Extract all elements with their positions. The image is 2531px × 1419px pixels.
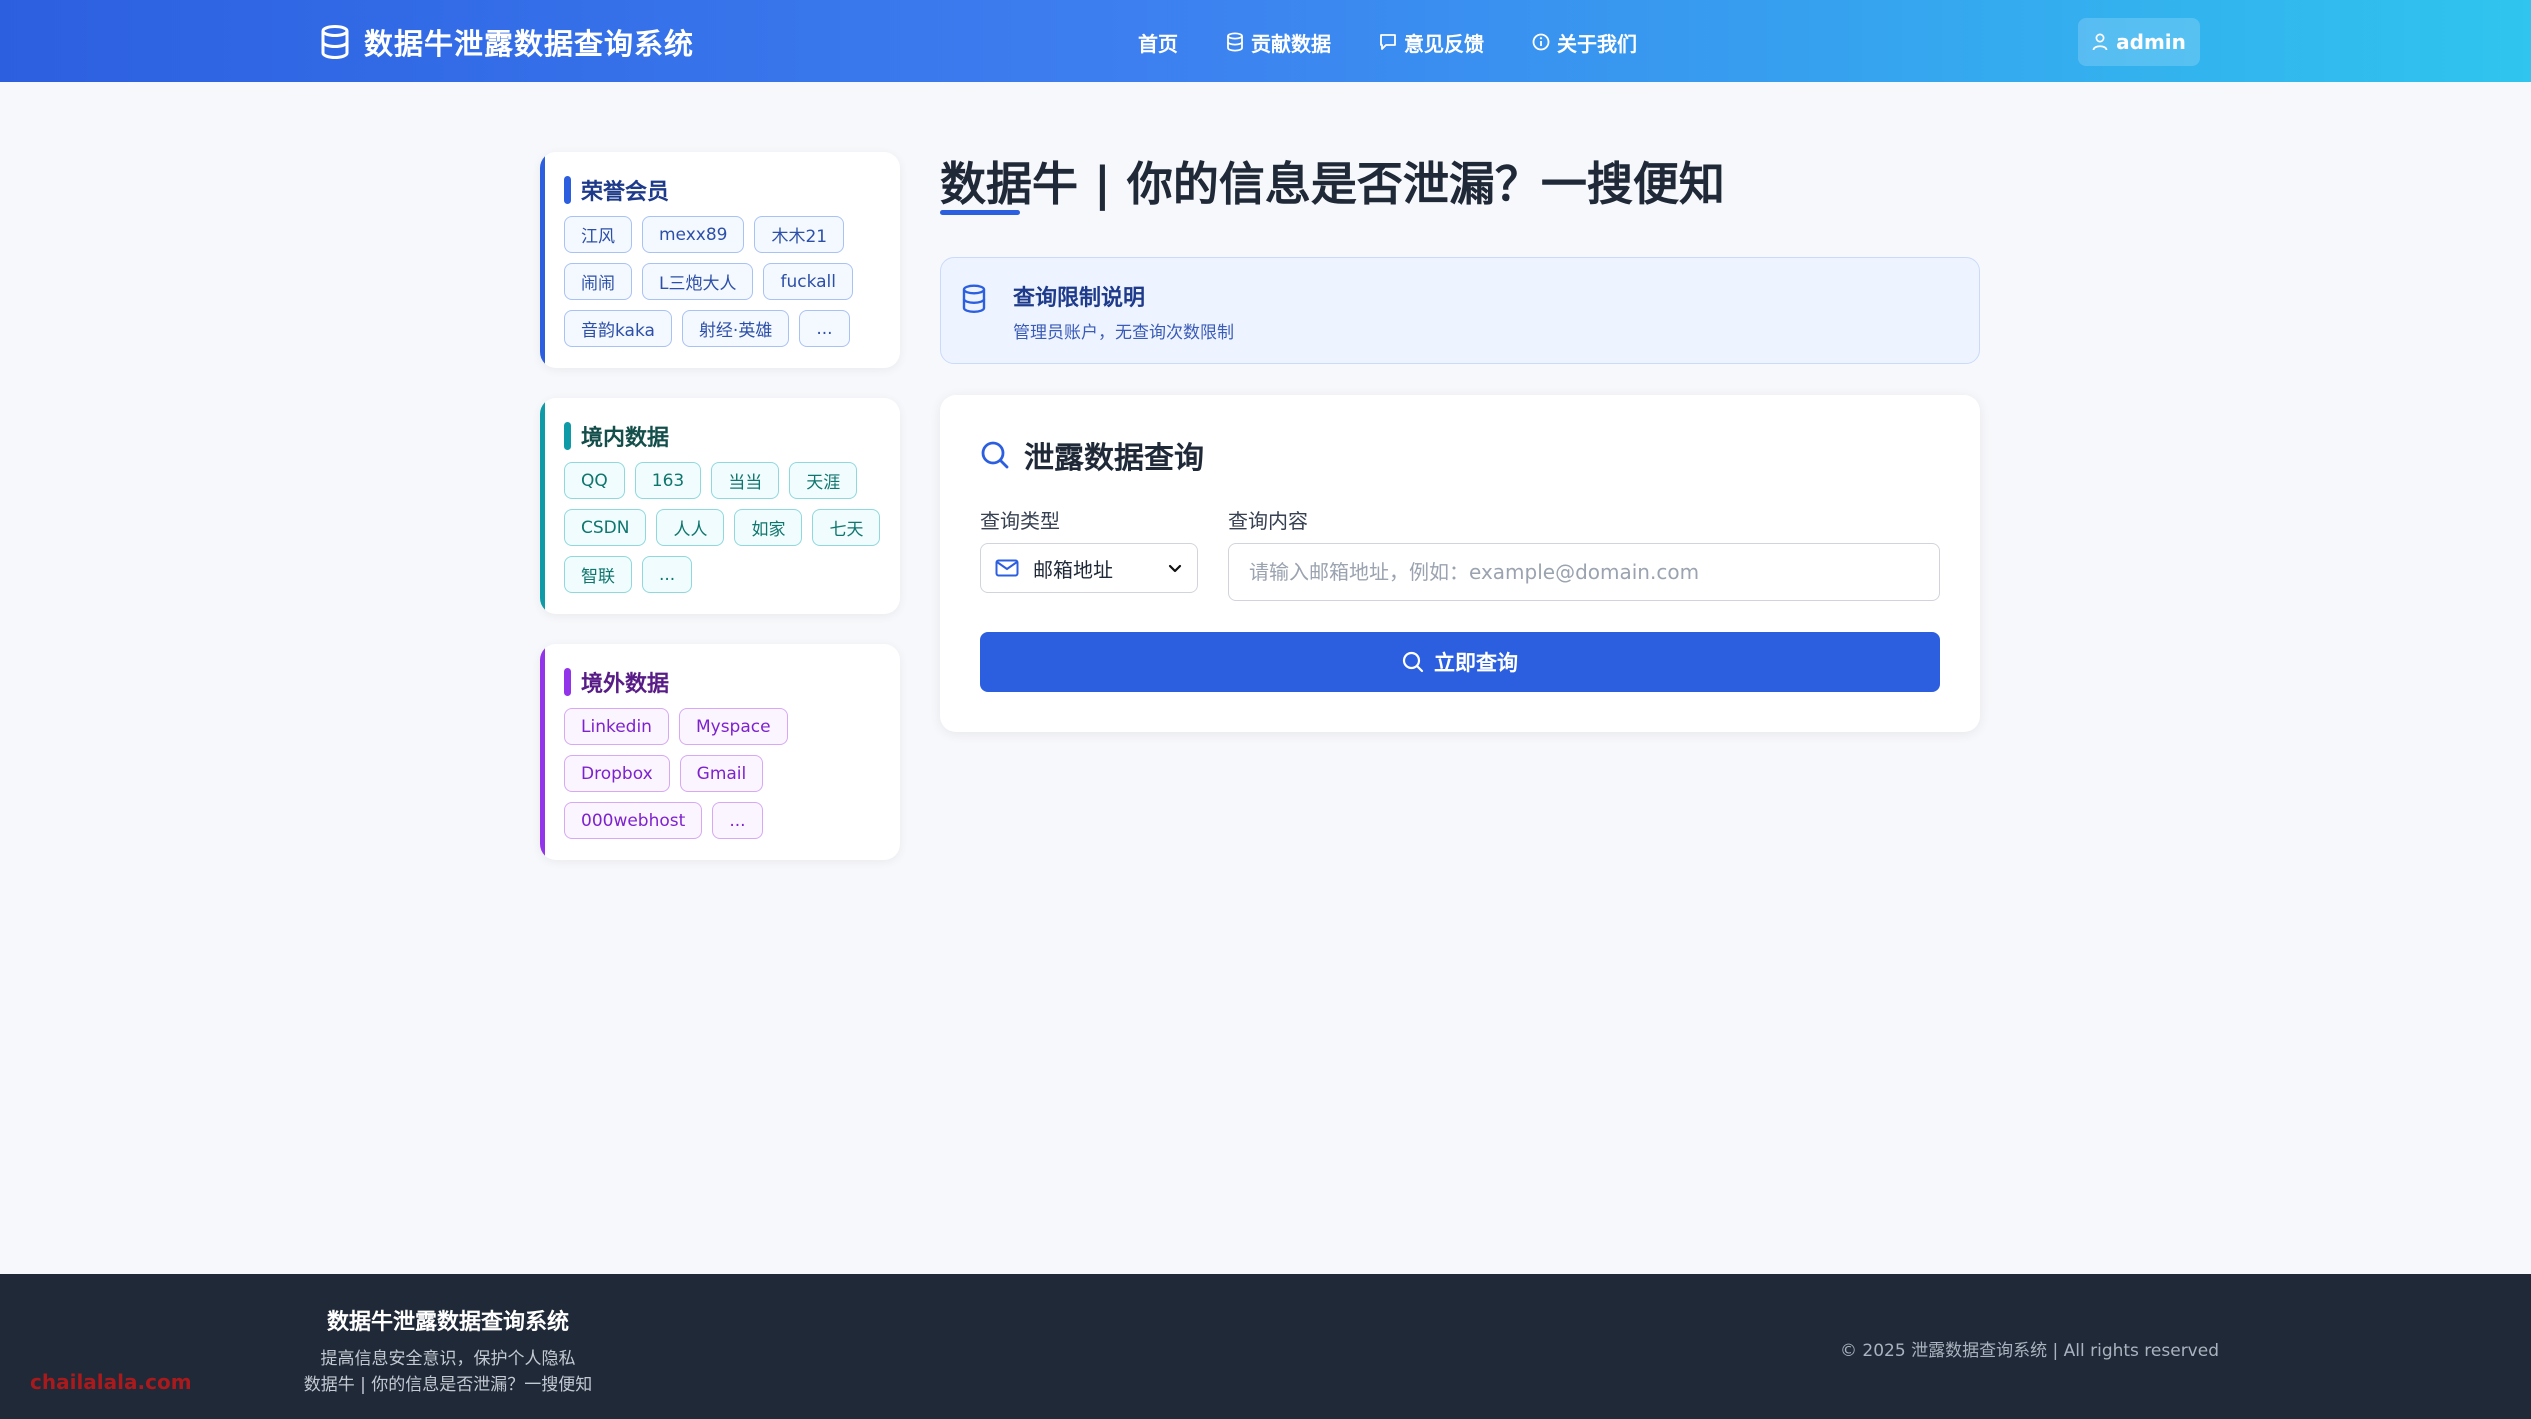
- vip-members-title: 荣誉会员: [564, 174, 669, 206]
- domestic-tag[interactable]: 七天: [812, 509, 881, 546]
- foreign-tag[interactable]: Dropbox: [564, 755, 670, 792]
- chat-icon: [1380, 34, 1396, 50]
- domestic-tag[interactable]: CSDN: [564, 509, 647, 546]
- nav-about[interactable]: 关于我们: [1532, 24, 1637, 60]
- domestic-tag[interactable]: 人人: [656, 509, 725, 546]
- query-form-title: 泄露数据查询: [980, 433, 1204, 477]
- title-underline: [940, 210, 1020, 215]
- watermark: chailalala.com: [30, 1370, 192, 1394]
- query-limit-notice: 查询限制说明 管理员账户，无查询次数限制: [940, 257, 1980, 364]
- domestic-data-card: 境内数据 QQ 163 当当 天涯 CSDN 人人 如家 七天 智联 ...: [540, 398, 900, 614]
- domestic-tag[interactable]: 如家: [734, 509, 803, 546]
- brand-title: 数据牛泄露数据查询系统: [364, 27, 695, 61]
- footer-copyright: © 2025 泄露数据查询系统 | All rights reserved: [1840, 1341, 2219, 1361]
- page-title: 数据牛 | 你的信息是否泄漏？一搜便知: [940, 157, 1725, 211]
- footer-tagline: 数据牛 | 你的信息是否泄漏？一搜便知: [303, 1375, 593, 1395]
- search-icon: [981, 441, 1009, 469]
- query-form-card: 泄露数据查询 查询类型 查询内容 邮箱地址 立即查询: [940, 395, 1980, 732]
- query-type-value: 邮箱地址: [1033, 557, 1113, 582]
- database-icon: [321, 25, 349, 59]
- foreign-data-title: 境外数据: [564, 666, 669, 698]
- notice-text: 管理员账户，无查询次数限制: [1013, 323, 1234, 343]
- vip-members-card: 荣誉会员 江风 mexx89 木木21 闹闹 L三炮大人 fuckall 音韵k…: [540, 152, 900, 368]
- foreign-tag[interactable]: Myspace: [678, 708, 788, 745]
- domestic-data-title: 境内数据: [564, 420, 669, 452]
- vip-tag[interactable]: fuckall: [763, 263, 853, 300]
- main-nav: 首页 贡献数据 意见反馈 关于我们: [1138, 24, 1637, 60]
- nav-contribute[interactable]: 贡献数据: [1226, 24, 1331, 60]
- domestic-tag[interactable]: 智联: [564, 556, 632, 593]
- query-content-label: 查询内容: [1228, 509, 1308, 533]
- nav-feedback[interactable]: 意见反馈: [1379, 24, 1484, 60]
- submit-query-button[interactable]: 立即查询: [980, 632, 1940, 692]
- vip-tag-more[interactable]: ...: [799, 310, 850, 347]
- query-type-label: 查询类型: [980, 509, 1060, 533]
- database-icon: [962, 284, 986, 313]
- user-menu-button[interactable]: admin: [2078, 18, 2200, 66]
- info-icon: [1532, 33, 1550, 51]
- vip-tag[interactable]: L三炮大人: [642, 263, 754, 300]
- notice-title: 查询限制说明: [1013, 286, 1146, 311]
- domestic-tag[interactable]: 当当: [711, 462, 780, 499]
- vip-tag[interactable]: 江风: [564, 216, 632, 253]
- nav-home[interactable]: 首页: [1138, 24, 1178, 60]
- foreign-tag-list: Linkedin Myspace Dropbox Gmail 000webhos…: [564, 708, 814, 839]
- foreign-tag-more[interactable]: ...: [712, 802, 763, 839]
- foreign-tag[interactable]: Linkedin: [564, 708, 669, 745]
- foreign-tag[interactable]: Gmail: [679, 755, 764, 792]
- vip-tag-list: 江风 mexx89 木木21 闹闹 L三炮大人 fuckall 音韵kaka 射…: [564, 216, 884, 347]
- chevron-down-icon: [1168, 564, 1182, 573]
- domestic-tag[interactable]: QQ: [564, 462, 625, 499]
- domestic-tag-more[interactable]: ...: [642, 556, 693, 593]
- footer: 数据牛泄露数据查询系统 提高信息安全意识，保护个人隐私 数据牛 | 你的信息是否…: [0, 1274, 2531, 1419]
- query-type-select[interactable]: 邮箱地址: [980, 543, 1198, 593]
- search-icon: [1402, 651, 1424, 673]
- top-navbar: 数据牛泄露数据查询系统 首页 贡献数据 意见反馈 关于我们 admin: [0, 0, 2531, 82]
- vip-tag[interactable]: 闹闹: [564, 263, 632, 300]
- footer-slogan: 提高信息安全意识，保护个人隐私: [320, 1349, 576, 1369]
- foreign-data-card: 境外数据 Linkedin Myspace Dropbox Gmail 000w…: [540, 644, 900, 860]
- vip-tag[interactable]: mexx89: [642, 216, 745, 253]
- vip-tag[interactable]: 音韵kaka: [564, 310, 672, 347]
- vip-tag[interactable]: 木木21: [754, 216, 845, 253]
- mail-icon: [995, 559, 1019, 577]
- query-content-input[interactable]: [1228, 543, 1940, 601]
- footer-title: 数据牛泄露数据查询系统: [326, 1310, 569, 1335]
- domestic-tag-list: QQ 163 当当 天涯 CSDN 人人 如家 七天 智联 ...: [564, 462, 884, 593]
- user-icon: [2092, 33, 2108, 51]
- domestic-tag[interactable]: 天涯: [789, 462, 858, 499]
- brand-logo[interactable]: 数据牛泄露数据查询系统: [320, 22, 694, 62]
- vip-tag[interactable]: 射经·英雄: [681, 310, 790, 347]
- foreign-tag[interactable]: 000webhost: [564, 802, 703, 839]
- database-icon: [1227, 32, 1243, 52]
- domestic-tag[interactable]: 163: [634, 462, 702, 499]
